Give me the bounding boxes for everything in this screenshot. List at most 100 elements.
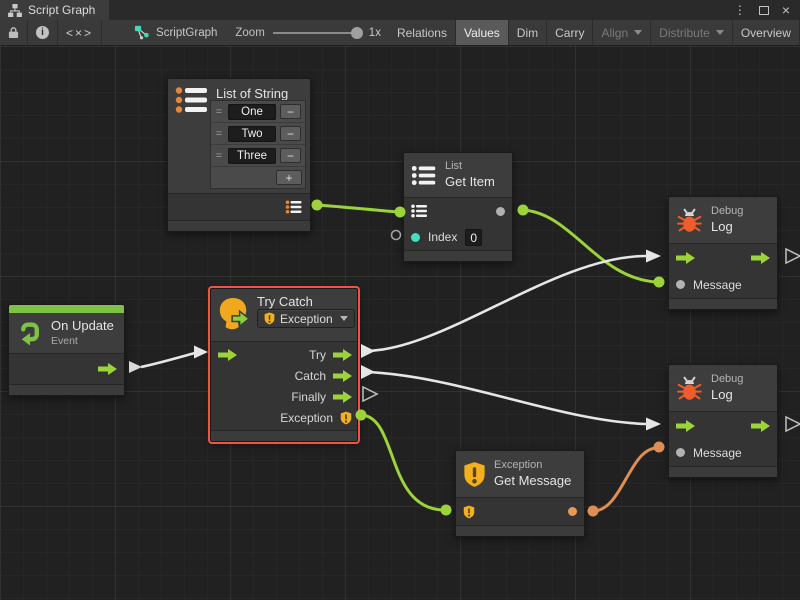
title-bar: Script Graph ⋮ × xyxy=(0,0,800,20)
port-label-finally: Finally xyxy=(291,390,326,404)
flow-input-port[interactable] xyxy=(676,420,695,432)
node-category: Exception xyxy=(494,459,571,473)
index-value-field[interactable]: 0 xyxy=(465,229,482,246)
remove-item-button[interactable]: − xyxy=(280,104,301,119)
zoom-control: Zoom 1x xyxy=(227,20,389,45)
code-preview-button[interactable]: <×> xyxy=(58,20,102,45)
add-item-button[interactable]: + xyxy=(276,170,302,185)
warning-shield-icon xyxy=(264,312,275,325)
zoom-label: Zoom xyxy=(235,27,264,39)
tab-title: Script Graph xyxy=(28,3,95,17)
flow-output-port[interactable] xyxy=(751,420,770,432)
node-get-message[interactable]: Exception Get Message xyxy=(455,450,585,537)
message-input-port[interactable] xyxy=(676,448,685,457)
index-input-port[interactable] xyxy=(411,233,420,242)
remove-item-button[interactable]: − xyxy=(280,126,301,141)
flow-output-port[interactable] xyxy=(751,252,770,264)
message-label: Message xyxy=(693,446,742,460)
node-footer xyxy=(168,221,310,231)
breadcrumb-label: ScriptGraph xyxy=(156,27,217,39)
list-icon xyxy=(175,86,209,117)
try-catch-icon xyxy=(218,296,250,332)
distribute-button[interactable]: Distribute xyxy=(651,20,733,45)
bug-icon xyxy=(676,375,703,402)
info-icon: i xyxy=(36,26,49,39)
drag-handle-icon[interactable]: = xyxy=(214,128,224,140)
node-title: Get Item xyxy=(445,174,495,190)
dropdown-label: Exception xyxy=(280,312,333,326)
node-title: Log xyxy=(711,387,743,403)
message-input-port[interactable] xyxy=(676,280,685,289)
message-output-port[interactable] xyxy=(568,507,577,516)
exception-output-port[interactable] xyxy=(340,411,352,425)
node-debug-log-bottom[interactable]: Debug Log Message xyxy=(668,364,778,478)
node-debug-log-top[interactable]: Debug Log Message xyxy=(668,196,778,310)
drag-handle-icon[interactable]: = xyxy=(214,150,224,162)
finally-output-port[interactable] xyxy=(333,391,352,403)
close-icon[interactable]: × xyxy=(782,3,790,17)
overview-button[interactable]: Overview xyxy=(733,20,800,45)
message-label: Message xyxy=(693,278,742,292)
drag-handle-icon[interactable]: = xyxy=(214,106,224,118)
chevron-down-icon xyxy=(634,30,642,35)
warning-shield-icon xyxy=(463,461,486,488)
list-output-port[interactable] xyxy=(285,200,303,214)
flow-input-port[interactable] xyxy=(218,349,237,361)
lock-icon xyxy=(8,26,19,39)
list-item-input[interactable] xyxy=(228,148,276,164)
try-output-port[interactable] xyxy=(333,349,352,361)
chevron-down-icon xyxy=(340,316,348,321)
list-item-row: = − xyxy=(211,123,305,145)
zoom-value: 1x xyxy=(369,27,381,39)
node-on-update[interactable]: On Update Event xyxy=(8,304,125,396)
breadcrumb[interactable]: ScriptGraph xyxy=(124,20,227,45)
item-output-port[interactable] xyxy=(496,207,505,216)
node-footer xyxy=(9,385,124,395)
node-footer xyxy=(211,431,357,441)
node-category: Debug xyxy=(711,373,743,387)
code-toggle-label: <×> xyxy=(66,26,93,40)
node-title: List of String xyxy=(216,86,288,101)
list-item-input[interactable] xyxy=(228,104,276,120)
inspect-button[interactable]: i xyxy=(28,20,58,45)
list-item-input[interactable] xyxy=(228,126,276,142)
dim-button[interactable]: Dim xyxy=(509,20,547,45)
port-label-exception: Exception xyxy=(280,411,333,425)
values-button[interactable]: Values xyxy=(456,20,509,45)
graph-toolbar: i <×> ScriptGraph Zoom 1x Relations Valu… xyxy=(0,20,800,46)
catch-output-port[interactable] xyxy=(333,370,352,382)
window-menu-icon[interactable]: ⋮ xyxy=(734,4,746,16)
node-title: Log xyxy=(711,219,743,235)
node-try-catch[interactable]: Try Catch Exception Try Catch Finally xyxy=(210,288,358,442)
align-button[interactable]: Align xyxy=(593,20,651,45)
node-category: Debug xyxy=(711,205,743,219)
zoom-slider-handle[interactable] xyxy=(351,27,363,39)
node-title: Get Message xyxy=(494,473,571,489)
node-title: Try Catch xyxy=(257,294,313,309)
carry-button[interactable]: Carry xyxy=(547,20,593,45)
port-label-catch: Catch xyxy=(295,369,326,383)
graph-canvas[interactable]: List of String = − = − = − xyxy=(0,46,800,600)
script-graph-icon xyxy=(134,25,150,40)
node-title: On Update xyxy=(51,318,114,334)
list-item-row: = − xyxy=(211,145,305,167)
tab-script-graph[interactable]: Script Graph xyxy=(0,0,109,20)
flow-input-port[interactable] xyxy=(676,252,695,264)
lock-button[interactable] xyxy=(0,20,28,45)
relations-button[interactable]: Relations xyxy=(389,20,456,45)
remove-item-button[interactable]: − xyxy=(280,148,301,163)
zoom-slider[interactable] xyxy=(273,32,361,34)
list-input-port[interactable] xyxy=(411,204,428,218)
node-footer xyxy=(669,467,777,477)
flow-output-port[interactable] xyxy=(98,363,117,375)
list-item-row: = − xyxy=(211,101,305,123)
node-list-of-string[interactable]: List of String = − = − = − xyxy=(167,78,311,232)
list-items-panel: = − = − = − + xyxy=(210,100,306,189)
exception-input-port[interactable] xyxy=(463,505,475,519)
node-category: List xyxy=(445,160,495,174)
index-label: Index xyxy=(428,230,457,244)
maximize-icon[interactable] xyxy=(759,6,769,15)
node-get-item[interactable]: List Get Item Index 0 xyxy=(403,152,513,262)
port-label-try: Try xyxy=(309,348,326,362)
exception-type-dropdown[interactable]: Exception xyxy=(257,309,355,328)
